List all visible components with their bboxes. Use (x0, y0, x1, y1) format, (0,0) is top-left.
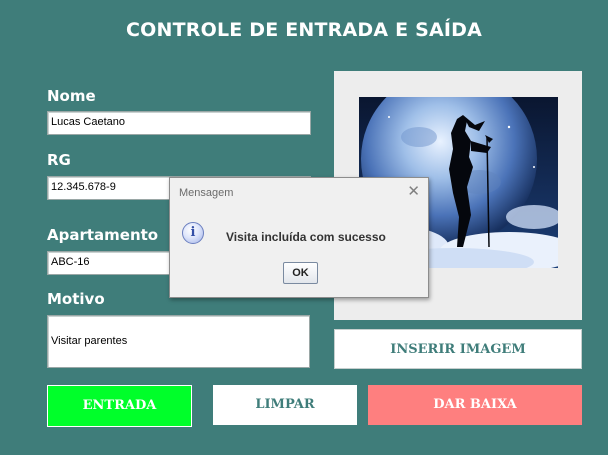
nome-field[interactable]: Lucas Caetano (47, 111, 311, 135)
dialog-title: Mensagem (179, 187, 234, 199)
info-icon: i (182, 222, 204, 244)
motivo-label: Motivo (47, 290, 105, 308)
page-title: CONTROLE DE ENTRADA E SAÍDA (126, 19, 482, 41)
entrada-button[interactable]: ENTRADA (47, 385, 192, 427)
rg-label: RG (47, 151, 71, 169)
nome-label: Nome (47, 87, 96, 105)
close-icon[interactable]: ✕ (407, 182, 420, 200)
limpar-button[interactable]: LIMPAR (213, 385, 357, 425)
dar-baixa-button[interactable]: DAR BAIXA (368, 385, 582, 425)
motivo-textarea[interactable]: Visitar parentes (47, 315, 310, 368)
message-dialog: Mensagem ✕ i Visita incluída com sucesso… (169, 177, 429, 298)
ok-button[interactable]: OK (283, 262, 318, 284)
dialog-message: Visita incluída com sucesso (226, 230, 386, 244)
insert-image-button[interactable]: INSERIR IMAGEM (334, 329, 582, 369)
apartamento-label: Apartamento (47, 226, 159, 244)
